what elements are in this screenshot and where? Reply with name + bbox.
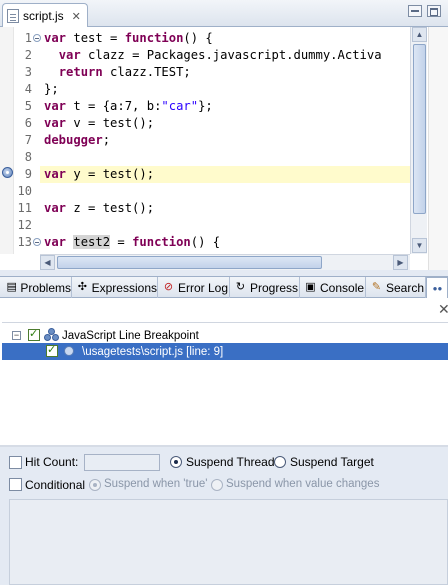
tab-label: Console [320, 280, 365, 295]
suspend-when-true-radio[interactable] [89, 479, 101, 491]
breakpoint-properties-panel: Hit Count: Suspend Thread Suspend Target… [0, 447, 448, 585]
line-number: 1 [24, 31, 32, 45]
minimize-button[interactable] [408, 5, 422, 17]
line-number: 9 [24, 167, 32, 181]
tab-progress[interactable]: ↻ Progress [230, 277, 300, 298]
code-line[interactable]: debugger; [40, 132, 410, 149]
horizontal-scrollbar[interactable]: ◀ ▶ [40, 254, 410, 270]
line-number: 7 [24, 133, 32, 147]
code-text-area[interactable]: var test = function() { var clazz = Pack… [40, 27, 410, 254]
breakpoint-row[interactable]: \usagetests\script.js [line: 9] [2, 343, 448, 360]
scroll-left-icon[interactable]: ◀ [40, 255, 55, 270]
line-number: 5 [24, 99, 32, 113]
editor-tab-script-js[interactable]: script.js ✕ [2, 3, 88, 28]
tab-label: Problems [20, 280, 71, 295]
hit-count-input[interactable] [84, 454, 160, 471]
code-line[interactable]: var test = function() { [40, 30, 410, 47]
editor-tab-label: script.js [23, 9, 64, 23]
line-number: 11 [17, 201, 32, 215]
file-icon [7, 9, 19, 23]
vertical-scroll-thumb[interactable] [413, 44, 426, 214]
group-enabled-checkbox[interactable] [28, 327, 40, 341]
tab-expressions[interactable]: ✣ Expressions [72, 277, 158, 298]
console-icon: ▣ [305, 281, 316, 293]
line-number: 6 [24, 116, 32, 130]
line-number: 8 [24, 150, 32, 164]
code-line[interactable]: var y = test(); [40, 166, 410, 183]
code-line[interactable]: var clazz = Packages.javascript.dummy.Ac… [40, 47, 410, 64]
code-line[interactable] [40, 217, 410, 234]
vertical-scrollbar[interactable]: ▲ ▼ [410, 27, 427, 254]
conditional-checkbox[interactable] [9, 478, 22, 491]
suspend-target-label: Suspend Target [290, 455, 374, 469]
tab-label: Expressions [91, 280, 157, 295]
suspend-target-radio[interactable] [274, 456, 286, 468]
tree-group-row[interactable]: − JavaScript Line Breakpoint [2, 327, 448, 344]
expressions-icon: ✣ [77, 281, 87, 293]
line-number: 10 [17, 184, 32, 198]
suspend-thread-radio[interactable] [170, 456, 182, 468]
conditional-label: Conditional [25, 478, 86, 492]
code-line[interactable]: return clazz.TEST; [40, 64, 410, 81]
code-line[interactable]: var z = test(); [40, 200, 410, 217]
remove-breakpoint-icon[interactable]: ✕ [438, 301, 448, 318]
error-log-icon: ⊘ [163, 281, 174, 293]
breakpoint-label: \usagetests\script.js [line: 9] [82, 345, 224, 358]
code-line[interactable]: var test2 = function() { [40, 234, 410, 251]
line-number: 2 [24, 48, 32, 62]
group-label: JavaScript Line Breakpoint [62, 329, 199, 342]
maximize-button[interactable] [427, 5, 441, 17]
suspend-when-true-label: Suspend when 'true' [104, 478, 208, 490]
tab-search[interactable]: ✎ Search [366, 277, 426, 298]
breakpoints-icon: ●● [432, 284, 443, 293]
tab-label: Progress [250, 280, 299, 295]
search-icon: ✎ [371, 281, 382, 293]
progress-icon: ↻ [235, 281, 246, 293]
breakpoints-toolbar: ✕ [0, 298, 448, 322]
line-number: 12 [17, 218, 32, 232]
suspend-thread-label: Suspend Thread [186, 455, 275, 469]
breakpoint-icon[interactable] [2, 167, 13, 178]
suspend-when-changes-label: Suspend when value changes [226, 478, 380, 490]
line-number: 13 [17, 235, 32, 249]
breakpoints-tree[interactable]: − JavaScript Line Breakpoint \usagetests… [2, 322, 448, 444]
condition-text-area[interactable] [9, 499, 448, 585]
scroll-down-icon[interactable]: ▼ [412, 238, 427, 253]
breakpoint-icon [64, 346, 74, 356]
line-number: 3 [24, 65, 32, 79]
editor-tab-bar: script.js ✕ [0, 0, 448, 28]
problems-icon: ▤ [6, 281, 17, 293]
code-line[interactable]: }; [40, 81, 410, 98]
suspend-when-changes-radio[interactable] [211, 479, 223, 491]
tab-breakpoints[interactable]: ●● [426, 277, 448, 299]
tab-problems[interactable]: ▤ Problems [2, 277, 72, 298]
breakpoint-enabled-checkbox[interactable] [46, 343, 58, 357]
collapse-icon[interactable]: − [12, 331, 21, 340]
code-editor[interactable]: 1 2 3 4 5 6 7 8 9 10 11 12 13 var test = function() … [0, 27, 448, 270]
breakpoint-ruler[interactable] [0, 27, 14, 254]
code-line[interactable] [40, 183, 410, 200]
code-line[interactable]: var v = test(); [40, 115, 410, 132]
line-number-gutter: 1 2 3 4 5 6 7 8 9 10 11 12 13 [14, 27, 41, 254]
line-number: 4 [24, 82, 32, 96]
scroll-up-icon[interactable]: ▲ [412, 27, 427, 42]
tab-error-log[interactable]: ⊘ Error Log [158, 277, 230, 298]
view-tab-bar: ▤ Problems ✣ Expressions ⊘ Error Log ↻ P… [0, 276, 448, 299]
close-icon[interactable]: ✕ [72, 10, 81, 23]
code-line[interactable] [40, 149, 410, 166]
overview-ruler[interactable] [428, 27, 448, 270]
editor-pane: script.js ✕ 1 2 3 4 5 6 7 8 9 10 11 12 13 var test =… [0, 0, 448, 270]
horizontal-scroll-thumb[interactable] [57, 256, 322, 269]
hit-count-label: Hit Count: [25, 455, 79, 469]
code-line[interactable]: var t = {a:7, b:"car"}; [40, 98, 410, 115]
scroll-right-icon[interactable]: ▶ [393, 255, 408, 270]
hit-count-checkbox[interactable] [9, 456, 22, 469]
tab-label: Error Log [178, 280, 229, 295]
breakpoint-group-icon [44, 328, 60, 342]
tab-console[interactable]: ▣ Console [300, 277, 366, 298]
tab-label: Search [386, 280, 425, 295]
